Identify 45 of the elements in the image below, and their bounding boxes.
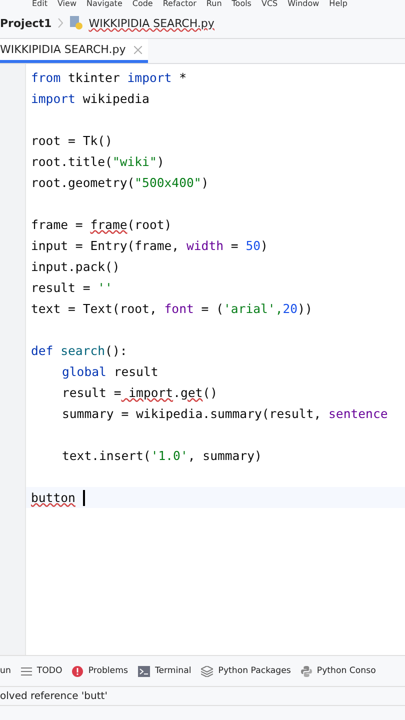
code-line: root.geometry("500x400") <box>31 176 209 190</box>
python-file-icon <box>68 16 83 30</box>
menu-item[interactable]: Refactor <box>162 0 196 8</box>
list-icon <box>20 666 32 676</box>
terminal-icon <box>138 666 150 676</box>
editor-tab[interactable]: WIKKIPIDIA SEARCH.py <box>0 39 148 63</box>
code-line: input.pack() <box>31 260 120 274</box>
tool-window-button[interactable]: un <box>0 666 11 676</box>
python-icon <box>300 666 312 676</box>
layers-icon <box>201 666 214 676</box>
breadcrumb[interactable]: WIKKIPIDIA SEARCH.py <box>88 16 214 30</box>
code-line: root.title("wiki") <box>31 154 164 168</box>
menu-item[interactable]: Navigate <box>86 0 122 8</box>
code-line: root = Tk() <box>31 134 112 148</box>
code-line: button <box>31 490 76 504</box>
tool-window-button[interactable]: Python Conso <box>300 666 376 676</box>
tool-window-button[interactable]: Terminal <box>138 666 192 676</box>
code-line: text = Text(root, font = ('arial',20)) <box>31 302 312 316</box>
code-line: result = '' <box>31 280 112 294</box>
error-icon <box>72 666 84 676</box>
code-line: input = Entry(frame, width = 50) <box>31 238 268 252</box>
code-line: frame = frame(root) <box>31 218 172 232</box>
code-line: text.insert('1.0', summary) <box>62 448 262 462</box>
menu-item[interactable]: Tools <box>232 0 252 8</box>
code-line: import wikipedia <box>31 92 150 106</box>
menu-item[interactable]: Edit <box>32 0 48 8</box>
menu-item[interactable]: VCS <box>261 0 278 8</box>
menu-item[interactable]: Help <box>329 0 348 8</box>
code-line: global result <box>62 364 158 378</box>
code-line: def search(): <box>31 344 128 358</box>
status-message: olved reference 'butt' <box>0 690 108 702</box>
close-icon[interactable] <box>134 46 142 54</box>
menu-item[interactable]: View <box>58 0 76 8</box>
code-line: from tkinter import * <box>31 70 186 84</box>
tool-window-button[interactable]: Python Packages <box>201 666 291 676</box>
breadcrumb[interactable]: Project1 <box>0 16 52 30</box>
text-cursor <box>83 490 85 506</box>
tool-window-button[interactable]: Problems <box>72 666 128 676</box>
menu-item[interactable]: Code <box>132 0 153 8</box>
code-line: summary = wikipedia.summary(result, sentence <box>62 406 388 420</box>
code-line: result = import.get() <box>62 386 218 400</box>
tool-window-button[interactable]: TODO <box>20 666 62 676</box>
chevron-icon <box>58 18 63 28</box>
menu-item[interactable]: Run <box>206 0 222 8</box>
menu-item[interactable]: Window <box>288 0 320 8</box>
